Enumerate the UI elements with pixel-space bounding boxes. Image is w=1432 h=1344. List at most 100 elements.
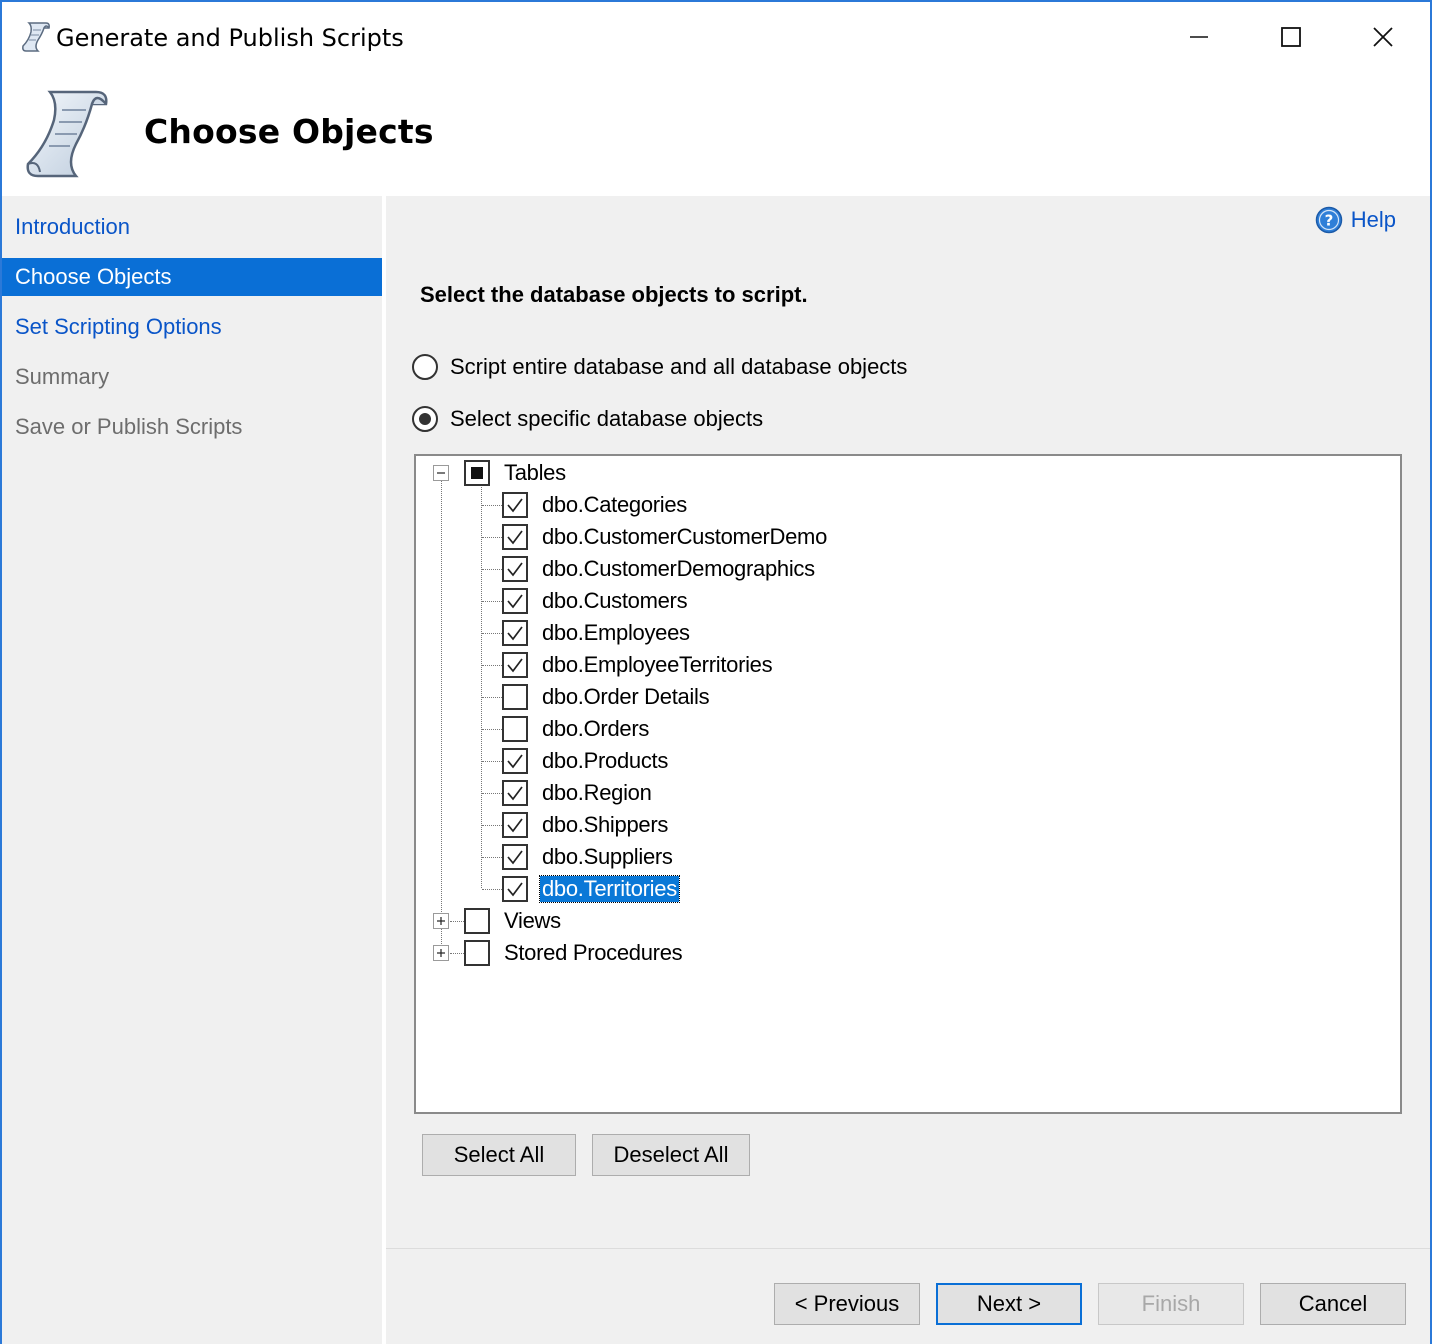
checkmark-icon xyxy=(507,626,523,641)
tree-node-table[interactable]: dbo.Customers xyxy=(502,585,689,617)
checkmark-icon xyxy=(507,754,523,769)
checkbox-checked[interactable] xyxy=(502,748,528,774)
tree-connector xyxy=(450,921,464,922)
tree-node-table[interactable]: dbo.Orders xyxy=(502,713,651,745)
checkbox-unchecked[interactable] xyxy=(502,716,528,742)
checkmark-icon xyxy=(507,850,523,865)
checkbox-checked[interactable] xyxy=(502,492,528,518)
checkmark-icon xyxy=(507,882,523,897)
previous-button[interactable]: < Previous xyxy=(774,1283,920,1325)
checkbox-checked[interactable] xyxy=(502,812,528,838)
next-button[interactable]: Next > xyxy=(936,1283,1082,1325)
tree-node-label: dbo.Suppliers xyxy=(542,844,673,869)
instruction-text: Select the database objects to script. xyxy=(420,282,808,307)
cancel-button[interactable]: Cancel xyxy=(1260,1283,1406,1325)
tree-node-views[interactable]: Views xyxy=(464,905,563,937)
expand-views-toggle[interactable] xyxy=(433,913,449,929)
tree-node-label: dbo.Order Details xyxy=(542,684,710,709)
checkmark-icon xyxy=(507,562,523,577)
checkbox-checked[interactable] xyxy=(502,556,528,582)
script-scroll-icon xyxy=(24,86,112,182)
tree-connector xyxy=(441,480,442,952)
tree-node-table[interactable]: dbo.Order Details xyxy=(502,681,711,713)
tree-node-tables[interactable]: Tables xyxy=(464,457,568,489)
radio-label: Script entire database and all database … xyxy=(450,354,908,379)
wizard-footer: < Previous Next > Finish Cancel xyxy=(386,1248,1430,1344)
sidebar-item-summary: Summary xyxy=(15,364,110,389)
finish-button: Finish xyxy=(1098,1283,1244,1325)
sidebar-item-choose-objects[interactable]: Choose Objects xyxy=(2,258,382,296)
page-header: Choose Objects xyxy=(2,72,1430,196)
radio-label: Select specific database objects xyxy=(450,406,764,431)
tree-node-table[interactable]: dbo.CustomerCustomerDemo xyxy=(502,521,829,553)
window-title: Generate and Publish Scripts xyxy=(56,24,404,52)
help-label[interactable]: Help xyxy=(1351,207,1396,233)
tree-node-table-selected[interactable]: dbo.Territories xyxy=(502,873,680,905)
tree-node-label: dbo.CustomerCustomerDemo xyxy=(542,524,828,549)
checkbox-checked[interactable] xyxy=(502,524,528,550)
tree-node-label: dbo.Shippers xyxy=(542,812,669,837)
app-scroll-icon xyxy=(20,20,52,54)
tree-connector xyxy=(481,478,482,888)
checkmark-icon xyxy=(507,786,523,801)
plus-icon xyxy=(437,917,445,925)
checkmark-icon xyxy=(507,498,523,513)
minimize-icon xyxy=(1190,36,1208,38)
tree-node-table[interactable]: dbo.CustomerDemographics xyxy=(502,553,817,585)
deselect-all-button[interactable]: Deselect All xyxy=(592,1134,750,1176)
sidebar-item-introduction[interactable]: Introduction xyxy=(2,208,382,246)
sidebar-item-set-scripting-options[interactable]: Set Scripting Options xyxy=(2,308,382,346)
expand-stored-procedures-toggle[interactable] xyxy=(433,945,449,961)
checkbox-partial[interactable] xyxy=(464,460,490,486)
tree-node-label: dbo.Region xyxy=(542,780,652,805)
select-all-button[interactable]: Select All xyxy=(422,1134,576,1176)
tree-node-label: Stored Procedures xyxy=(504,940,683,965)
minimize-button[interactable] xyxy=(1154,10,1244,64)
minus-icon xyxy=(437,472,445,474)
tree-node-label: dbo.Employees xyxy=(542,620,690,645)
maximize-button[interactable] xyxy=(1246,10,1336,64)
tree-node-label: dbo.Categories xyxy=(542,492,688,517)
sidebar-item-save-or-publish: Save or Publish Scripts xyxy=(15,414,243,439)
tree-node-table[interactable]: dbo.Products xyxy=(502,745,670,777)
checkbox-checked[interactable] xyxy=(502,780,528,806)
collapse-tables-toggle[interactable] xyxy=(433,465,449,481)
radio-button-selected[interactable] xyxy=(412,406,438,432)
tree-node-stored-procedures[interactable]: Stored Procedures xyxy=(464,937,684,969)
title-bar: Generate and Publish Scripts xyxy=(2,2,1430,72)
page-title: Choose Objects xyxy=(144,112,434,151)
tree-node-label: dbo.Customers xyxy=(542,588,688,613)
close-button[interactable] xyxy=(1338,10,1428,64)
select-specific-objects-option[interactable]: Select specific database objects xyxy=(412,406,763,432)
close-icon xyxy=(1373,27,1393,47)
tree-node-table[interactable]: dbo.Region xyxy=(502,777,654,809)
tree-node-label: dbo.EmployeeTerritories xyxy=(542,652,773,677)
checkbox-unchecked[interactable] xyxy=(502,684,528,710)
tree-node-table[interactable]: dbo.Categories xyxy=(502,489,689,521)
object-tree[interactable]: Tables dbo.Categories dbo.CustomerCustom… xyxy=(414,454,1402,1114)
plus-icon xyxy=(437,949,445,957)
tree-node-label: dbo.Products xyxy=(542,748,669,773)
tree-connector xyxy=(450,953,464,954)
tree-node-table[interactable]: dbo.EmployeeTerritories xyxy=(502,649,774,681)
tree-node-table[interactable]: dbo.Employees xyxy=(502,617,692,649)
checkbox-checked[interactable] xyxy=(502,588,528,614)
checkbox-checked[interactable] xyxy=(502,876,528,902)
help-icon: ? xyxy=(1315,206,1342,234)
checkbox-checked[interactable] xyxy=(502,844,528,870)
checkbox-checked[interactable] xyxy=(502,620,528,646)
radio-button[interactable] xyxy=(412,354,438,380)
help-link[interactable]: ? Help xyxy=(1315,206,1396,234)
checkbox-unchecked[interactable] xyxy=(464,940,490,966)
maximize-icon xyxy=(1281,27,1301,47)
checkbox-checked[interactable] xyxy=(502,652,528,678)
checkmark-icon xyxy=(507,658,523,673)
script-entire-database-option[interactable]: Script entire database and all database … xyxy=(412,354,907,380)
wizard-sidebar: Introduction Choose Objects Set Scriptin… xyxy=(2,196,382,1344)
tree-node-table[interactable]: dbo.Suppliers xyxy=(502,841,675,873)
tree-node-label: Tables xyxy=(504,460,566,485)
checkmark-icon xyxy=(507,818,523,833)
checkbox-unchecked[interactable] xyxy=(464,908,490,934)
tree-node-table[interactable]: dbo.Shippers xyxy=(502,809,670,841)
tree-node-label: dbo.CustomerDemographics xyxy=(542,556,815,581)
